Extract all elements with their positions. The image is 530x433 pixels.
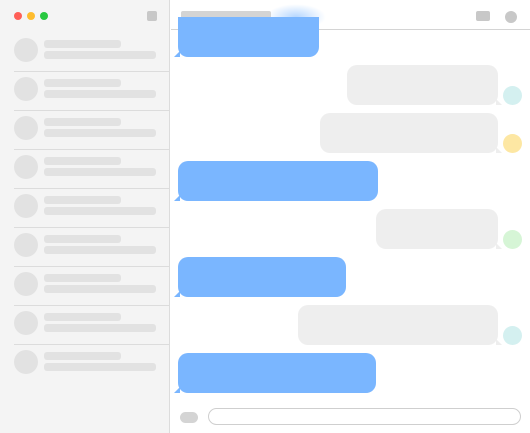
conversation-preview <box>44 168 156 176</box>
avatar <box>14 311 38 335</box>
conversation-list <box>14 33 170 383</box>
avatar <box>503 86 522 105</box>
outgoing-message <box>347 65 502 105</box>
avatar <box>503 326 522 345</box>
minimize-window-button[interactable] <box>27 12 35 20</box>
incoming-message <box>174 17 319 57</box>
compose-icon[interactable] <box>147 11 157 21</box>
conversation-item[interactable] <box>14 267 170 306</box>
avatar <box>14 155 38 179</box>
avatar <box>14 77 38 101</box>
incoming-message <box>174 161 378 201</box>
outgoing-message <box>376 209 502 249</box>
window-controls <box>14 12 48 20</box>
conversation-preview <box>44 51 156 59</box>
incoming-message <box>174 257 346 297</box>
conversation-preview <box>44 90 156 98</box>
conversation-name <box>44 235 121 243</box>
info-icon[interactable] <box>505 11 517 23</box>
message-input[interactable] <box>208 408 521 425</box>
incoming-message <box>174 353 376 393</box>
conversation-name <box>44 352 121 360</box>
conversation-preview <box>44 207 156 215</box>
conversation-item[interactable] <box>14 72 170 111</box>
conversation-name <box>44 157 121 165</box>
avatar <box>14 350 38 374</box>
avatar <box>503 230 522 249</box>
conversation-name <box>44 79 121 87</box>
avatar <box>14 233 38 257</box>
video-call-icon[interactable] <box>476 11 490 21</box>
avatar <box>14 272 38 296</box>
avatar <box>14 38 38 62</box>
conversation-item[interactable] <box>14 111 170 150</box>
conversation-name <box>44 40 121 48</box>
outgoing-message <box>298 305 502 345</box>
conversation-preview <box>44 129 156 137</box>
conversation-name <box>44 196 121 204</box>
conversation-name <box>44 313 121 321</box>
conversation-preview <box>44 324 156 332</box>
avatar <box>14 194 38 218</box>
avatar <box>14 116 38 140</box>
conversation-sidebar <box>0 0 170 433</box>
conversation-item[interactable] <box>14 33 170 72</box>
conversation-item[interactable] <box>14 189 170 228</box>
conversation-preview <box>44 363 156 371</box>
conversation-item[interactable] <box>14 228 170 267</box>
conversation-preview <box>44 285 156 293</box>
conversation-preview <box>44 246 156 254</box>
zoom-window-button[interactable] <box>40 12 48 20</box>
conversation-name <box>44 274 121 282</box>
conversation-item[interactable] <box>14 306 170 345</box>
avatar <box>503 134 522 153</box>
close-window-button[interactable] <box>14 12 22 20</box>
outgoing-message <box>320 113 502 153</box>
conversation-item[interactable] <box>14 150 170 189</box>
apps-icon[interactable] <box>180 412 198 423</box>
conversation-item[interactable] <box>14 345 170 383</box>
conversation-name <box>44 118 121 126</box>
